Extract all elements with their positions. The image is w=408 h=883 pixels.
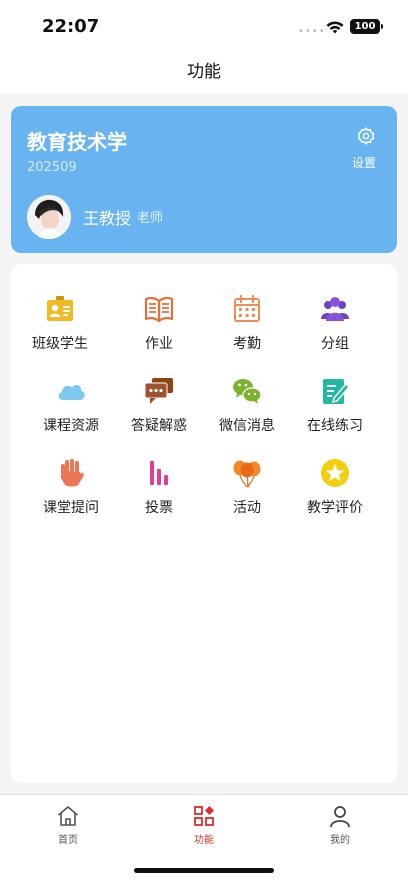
feature-activities[interactable]: 活动: [203, 458, 291, 528]
feature-label: 教学评价: [307, 500, 363, 516]
calendar-icon: [234, 294, 260, 322]
nav-bar: 功能: [0, 56, 408, 94]
teacher-name: 王教授: [83, 209, 132, 228]
course-name: 教育技术学: [27, 130, 127, 154]
settings-button[interactable]: 设置: [351, 126, 381, 171]
avatar-image: [27, 195, 71, 239]
feature-panel: 班级学生 作业 考勤 分组 课程资源 答疑解惑 微信消息 在线练习 课堂提问 投…: [11, 264, 397, 783]
feature-homework[interactable]: 作业: [115, 294, 203, 364]
feature-course-resources[interactable]: 课程资源: [27, 376, 115, 446]
course-code: 202509: [27, 160, 77, 175]
home-indicator: [134, 868, 274, 873]
feature-teaching-evaluation[interactable]: 教学评价: [291, 458, 379, 528]
tab-profile[interactable]: 我的: [310, 804, 370, 846]
home-icon: [57, 806, 79, 826]
feature-voting[interactable]: 投票: [115, 458, 203, 528]
feature-label: 在线练习: [307, 418, 363, 434]
feature-online-practice[interactable]: 在线练习: [291, 376, 379, 446]
feature-label: 答疑解惑: [131, 418, 187, 434]
feature-label: 考勤: [233, 336, 261, 352]
battery-tip: [381, 24, 383, 29]
avatar[interactable]: [27, 195, 71, 239]
settings-label: 设置: [351, 156, 376, 170]
user-icon: [330, 806, 350, 828]
wifi-icon: [326, 21, 344, 34]
status-time: 22:07: [42, 16, 100, 37]
feature-label: 作业: [145, 336, 173, 352]
feature-wechat-messages[interactable]: 微信消息: [203, 376, 291, 446]
book-icon: [144, 296, 174, 323]
feature-label: 班级学生: [32, 336, 88, 352]
apps-icon: [194, 806, 214, 826]
feature-class-questions[interactable]: 课堂提问: [27, 458, 115, 528]
signal-dots-icon: ••••: [298, 26, 326, 37]
chat-bubbles-icon: [144, 378, 173, 404]
star-badge-icon: [321, 459, 349, 487]
status-bar: 22:07 •••• 100: [0, 0, 408, 56]
cloud-icon: [58, 384, 85, 400]
feature-label: 分组: [321, 336, 349, 352]
feature-label: 活动: [233, 500, 261, 516]
feature-label: 投票: [145, 500, 173, 516]
tab-label: 首页: [58, 835, 78, 846]
bar-chart-icon: [150, 461, 168, 485]
feature-grouping[interactable]: 分组: [291, 294, 379, 364]
gear-icon: [357, 127, 375, 145]
course-profile-card: 教育技术学 202509 设置 王教授 老师: [11, 106, 397, 253]
tab-label: 功能: [194, 835, 214, 846]
page-title: 功能: [187, 62, 221, 82]
wechat-icon: [233, 379, 262, 404]
feature-class-students[interactable]: 班级学生: [16, 294, 104, 364]
feature-qa[interactable]: 答疑解惑: [115, 376, 203, 446]
group-icon: [321, 297, 349, 321]
balloons-icon: [233, 460, 261, 488]
feature-label: 课程资源: [43, 418, 99, 434]
feature-label: 课堂提问: [43, 500, 99, 516]
raised-hand-icon: [61, 459, 84, 487]
edit-note-icon: [323, 379, 350, 404]
battery-indicator: 100: [350, 19, 380, 34]
tab-features[interactable]: 功能: [174, 804, 234, 846]
student-card-icon: [47, 296, 73, 321]
feature-label: 微信消息: [219, 418, 275, 434]
feature-attendance[interactable]: 考勤: [203, 294, 291, 364]
tab-home[interactable]: 首页: [38, 804, 98, 846]
teacher-role: 老师: [137, 211, 164, 226]
tab-label: 我的: [330, 835, 350, 846]
